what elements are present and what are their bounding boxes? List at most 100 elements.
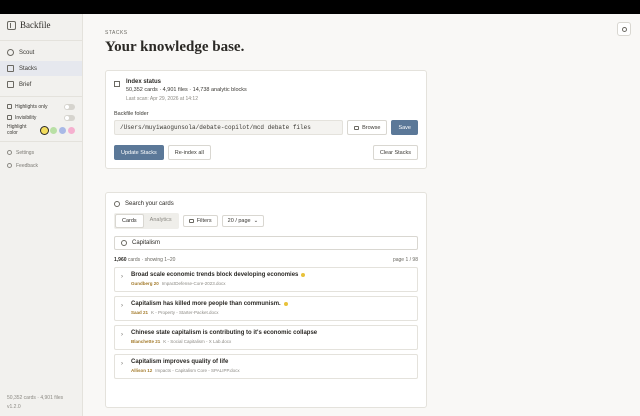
filters-label: Filters bbox=[196, 218, 212, 224]
stack-icon bbox=[7, 65, 14, 72]
highlight-color-label: Highlight color bbox=[7, 124, 27, 136]
page-title: Your knowledge base. bbox=[105, 39, 245, 55]
search-title: Search your cards bbox=[125, 201, 174, 207]
chevron-right-icon[interactable]: › bbox=[121, 303, 123, 309]
browse-label: Browse bbox=[362, 124, 381, 131]
highlighter-icon bbox=[7, 104, 12, 109]
result-cite: Saad 21 bbox=[131, 310, 149, 315]
chat-icon bbox=[7, 163, 12, 168]
swatch-pink[interactable] bbox=[68, 126, 75, 134]
result-cite: Blanchette 21 bbox=[131, 339, 161, 344]
folder-path-input[interactable]: /Users/muyiwaogunsola/debate-copilot/mcd… bbox=[114, 120, 344, 135]
search-icon bbox=[114, 201, 120, 207]
sidebar-item-label: Feedback bbox=[16, 162, 38, 169]
filter-icon bbox=[188, 219, 194, 223]
star-icon bbox=[301, 273, 306, 277]
sidebar-footer: 50,352 cards · 4,901 files v1.2.0 bbox=[7, 394, 63, 412]
toggle-label: Invisibility bbox=[15, 114, 37, 121]
page-eyebrow: STACKS bbox=[105, 30, 128, 36]
folder-icon bbox=[354, 125, 360, 130]
result-card[interactable]: › Capitalism improves quality of life Al… bbox=[114, 354, 418, 379]
brand[interactable]: Backfile bbox=[0, 14, 82, 36]
result-card[interactable]: › Chinese state capitalism is contributi… bbox=[114, 325, 418, 350]
brand-name: Backfile bbox=[20, 20, 51, 30]
compass-icon bbox=[7, 49, 14, 56]
result-cite: Allison 12 bbox=[131, 368, 153, 373]
database-icon bbox=[114, 81, 120, 87]
per-page-select[interactable]: 20 / page ⌄ bbox=[221, 215, 265, 227]
result-title: Capitalism improves quality of life bbox=[131, 359, 229, 365]
document-icon bbox=[7, 81, 14, 88]
tab-cards[interactable]: Cards bbox=[115, 214, 144, 228]
invisibility-toggle-row: Invisibility bbox=[0, 112, 82, 123]
account-button[interactable] bbox=[617, 22, 631, 36]
result-type-tabs: Cards Analytics bbox=[114, 213, 179, 229]
update-stacks-button[interactable]: Update Stacks bbox=[114, 145, 164, 160]
result-card[interactable]: › Broad scale economic trends block deve… bbox=[114, 267, 418, 292]
star-icon bbox=[283, 302, 288, 306]
index-stats: 50,352 cards · 4,901 files · 14,738 anal… bbox=[126, 87, 247, 93]
result-file: ImpactDefense-Core-2023.docx bbox=[161, 281, 226, 286]
result-count-suffix: cards · showing 1–20 bbox=[127, 257, 176, 263]
browse-button[interactable]: Browse bbox=[347, 120, 388, 135]
sidebar-item-label: Stacks bbox=[19, 65, 38, 72]
chevron-right-icon[interactable]: › bbox=[121, 361, 123, 367]
main-panel: STACKS Your knowledge base. Index status… bbox=[83, 14, 640, 416]
result-file: K - Property - Starter-Packet.docx bbox=[151, 310, 219, 315]
divider bbox=[0, 40, 82, 41]
search-card: Search your cards Cards Analytics Filter… bbox=[105, 192, 427, 408]
divider bbox=[0, 96, 82, 97]
highlights-only-toggle-row: Highlights only bbox=[0, 101, 82, 112]
page-indicator: page 1 / 98 bbox=[392, 257, 418, 263]
per-page-value: 20 / page bbox=[227, 218, 251, 224]
gear-icon bbox=[7, 150, 12, 155]
search-icon bbox=[121, 240, 127, 246]
divider bbox=[0, 141, 82, 142]
folder-label: Backfile folder bbox=[114, 111, 149, 117]
sidebar-item-settings[interactable]: Settings bbox=[0, 146, 82, 159]
highlight-color-row: Highlight color bbox=[0, 123, 82, 137]
result-card[interactable]: › Capitalism has killed more people than… bbox=[114, 296, 418, 321]
result-cite: Gundberg 20 bbox=[131, 281, 159, 286]
index-status-title: Index status bbox=[126, 79, 162, 85]
toggle-label: Highlights only bbox=[15, 103, 48, 110]
filters-button[interactable]: Filters bbox=[182, 215, 218, 227]
swatch-blue[interactable] bbox=[59, 126, 66, 134]
book-icon bbox=[7, 20, 16, 30]
swatch-yellow[interactable] bbox=[41, 126, 48, 134]
invisibility-switch[interactable] bbox=[64, 114, 75, 121]
chevron-right-icon[interactable]: › bbox=[121, 332, 123, 338]
sidebar-item-brief[interactable]: Brief bbox=[0, 77, 82, 92]
stacks-content: STACKS Your knowledge base. Index status… bbox=[105, 30, 427, 408]
result-file: Impacts - Capitalism Core - SPALIPP.docx bbox=[155, 368, 240, 373]
result-count: 1,960 bbox=[114, 257, 127, 263]
result-title: Capitalism has killed more people than c… bbox=[131, 301, 281, 307]
sidebar: Backfile Scout Stacks Brief Highlights o… bbox=[0, 14, 83, 416]
save-button[interactable]: Save bbox=[391, 120, 418, 135]
clear-stacks-button[interactable]: Clear Stacks bbox=[372, 145, 418, 160]
swatch-green[interactable] bbox=[50, 126, 57, 134]
reindex-button[interactable]: Re-index all bbox=[167, 145, 211, 160]
results-meta: 1,960 cards · showing 1–20 page 1 / 98 bbox=[114, 257, 418, 263]
sidebar-item-feedback[interactable]: Feedback bbox=[0, 159, 82, 172]
sidebar-item-scout[interactable]: Scout bbox=[0, 45, 82, 60]
last-scan: Last scan: Apr 29, 2026 at 14:12 bbox=[126, 96, 198, 102]
result-title: Chinese state capitalism is contributing… bbox=[131, 330, 318, 336]
highlights-only-switch[interactable] bbox=[64, 103, 75, 110]
sidebar-item-label: Scout bbox=[19, 49, 35, 56]
sidebar-item-label: Brief bbox=[19, 81, 32, 88]
user-icon bbox=[621, 26, 627, 32]
version-label: v1.2.0 bbox=[7, 404, 21, 410]
search-input[interactable]: Capitalism bbox=[114, 236, 418, 250]
search-query: Capitalism bbox=[132, 240, 161, 246]
chevron-right-icon[interactable]: › bbox=[121, 274, 123, 280]
result-file: K - Social Capitalism - X Lab.docx bbox=[163, 339, 232, 344]
chevron-down-icon: ⌄ bbox=[253, 218, 259, 224]
library-stats: 50,352 cards · 4,901 files bbox=[7, 395, 64, 401]
sidebar-item-label: Settings bbox=[16, 149, 35, 156]
eye-off-icon bbox=[7, 115, 12, 120]
index-status-card: Index status 50,352 cards · 4,901 files … bbox=[105, 70, 427, 169]
tab-analytics[interactable]: Analytics bbox=[144, 214, 178, 228]
sidebar-item-stacks[interactable]: Stacks bbox=[0, 61, 82, 76]
result-title: Broad scale economic trends block develo… bbox=[131, 272, 299, 278]
